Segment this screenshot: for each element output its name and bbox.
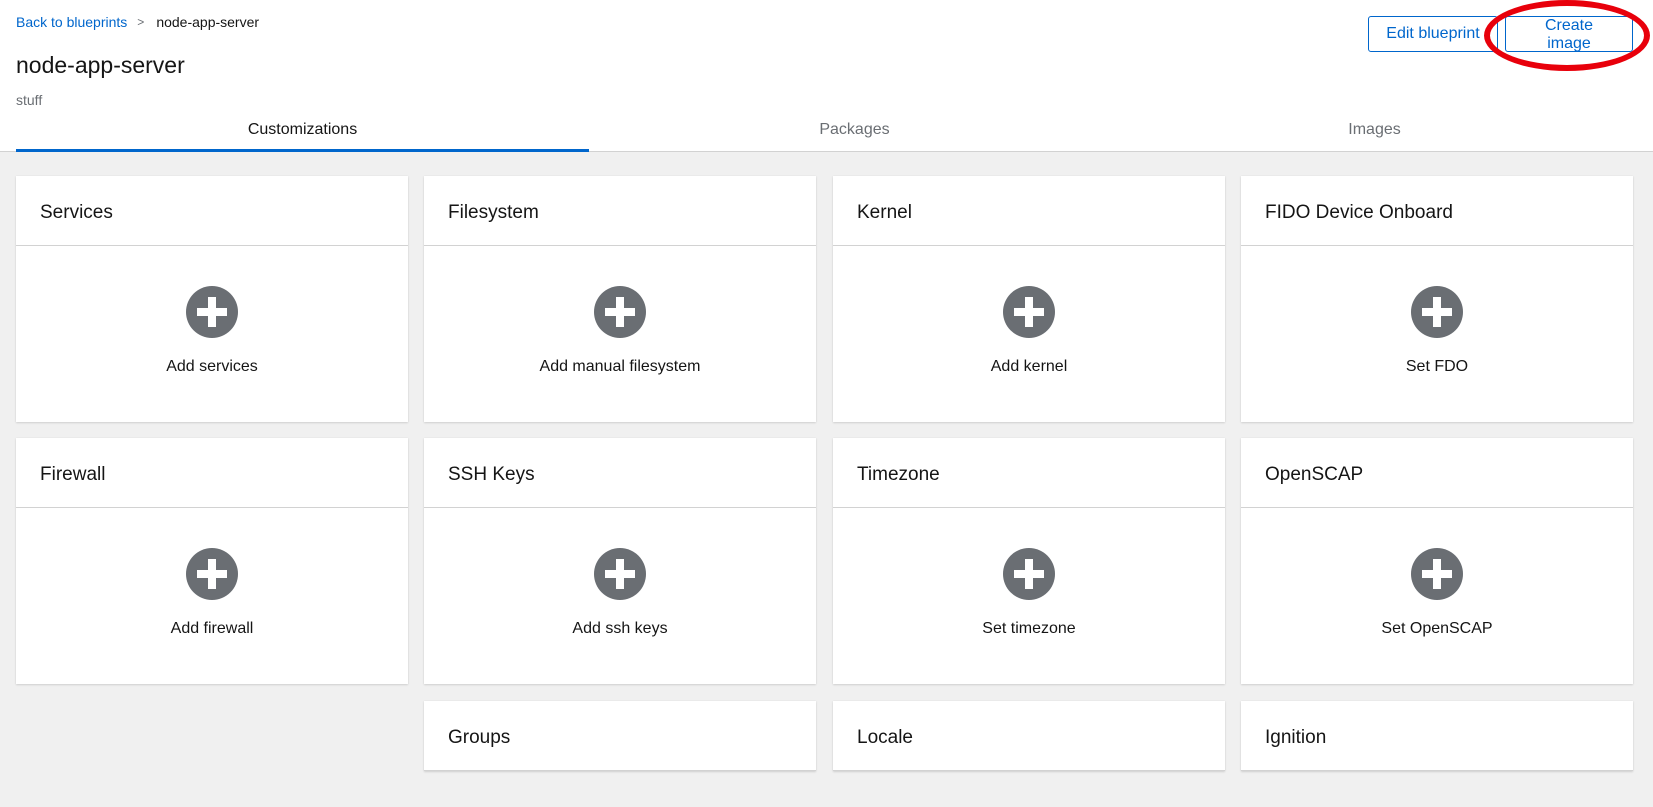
card-groups: Groups	[424, 701, 816, 771]
plus-circle-icon	[594, 548, 646, 600]
tab-customizations[interactable]: Customizations	[16, 112, 589, 152]
card-title: Filesystem	[424, 176, 816, 246]
card-locale: Locale	[833, 701, 1225, 771]
set-timezone-button[interactable]: Set timezone	[833, 508, 1225, 684]
page-title: node-app-server	[16, 52, 185, 78]
chevron-right-icon: >	[137, 15, 145, 29]
card-title: OpenSCAP	[1241, 438, 1633, 508]
plus-circle-icon	[1411, 286, 1463, 338]
plus-circle-icon	[186, 286, 238, 338]
card-action-label: Set FDO	[1405, 358, 1469, 375]
tabs: Customizations Packages Images	[0, 112, 1653, 152]
breadcrumb: Back to blueprints > node-app-server	[16, 14, 259, 30]
create-image-button[interactable]: Create image	[1505, 16, 1633, 52]
add-firewall-button[interactable]: Add firewall	[16, 508, 408, 684]
card-kernel: Kernel Add kernel	[833, 176, 1225, 422]
blueprint-description: stuff	[16, 92, 43, 108]
plus-circle-icon	[1411, 548, 1463, 600]
card-services: Services Add services	[16, 176, 408, 422]
card-action-label: Set timezone	[982, 620, 1076, 637]
add-kernel-button[interactable]: Add kernel	[833, 246, 1225, 422]
plus-circle-icon	[1003, 286, 1055, 338]
card-filesystem: Filesystem Add manual filesystem	[424, 176, 816, 422]
card-title: Locale	[833, 701, 1225, 771]
card-title: Groups	[424, 701, 816, 771]
card-action-label: Set OpenSCAP	[1381, 620, 1493, 637]
add-manual-filesystem-button[interactable]: Add manual filesystem	[424, 246, 816, 422]
back-to-blueprints-link[interactable]: Back to blueprints	[16, 14, 127, 30]
tab-packages[interactable]: Packages	[568, 112, 1141, 152]
edit-blueprint-button[interactable]: Edit blueprint	[1368, 16, 1498, 52]
tab-images[interactable]: Images	[1088, 112, 1653, 152]
card-title: Services	[16, 176, 408, 246]
add-ssh-keys-button[interactable]: Add ssh keys	[424, 508, 816, 684]
page-header: Back to blueprints > node-app-server nod…	[0, 0, 1653, 152]
plus-circle-icon	[186, 548, 238, 600]
plus-circle-icon	[1003, 548, 1055, 600]
card-title: Ignition	[1241, 701, 1633, 771]
card-action-label: Add firewall	[170, 620, 254, 637]
card-timezone: Timezone Set timezone	[833, 438, 1225, 684]
card-ignition: Ignition	[1241, 701, 1633, 771]
breadcrumb-current: node-app-server	[156, 14, 260, 30]
card-action-label: Add services	[166, 358, 258, 375]
set-openscap-button[interactable]: Set OpenSCAP	[1241, 508, 1633, 684]
card-fido-device-onboard: FIDO Device Onboard Set FDO	[1241, 176, 1633, 422]
card-title: Kernel	[833, 176, 1225, 246]
card-title: Timezone	[833, 438, 1225, 508]
card-openscap: OpenSCAP Set OpenSCAP	[1241, 438, 1633, 684]
card-firewall: Firewall Add firewall	[16, 438, 408, 684]
card-action-label: Add manual filesystem	[539, 358, 701, 375]
card-action-label: Add kernel	[990, 358, 1068, 375]
card-title: SSH Keys	[424, 438, 816, 508]
card-action-label: Add ssh keys	[572, 620, 668, 637]
add-services-button[interactable]: Add services	[16, 246, 408, 422]
card-title: FIDO Device Onboard	[1241, 176, 1633, 246]
card-title: Firewall	[16, 438, 408, 508]
set-fdo-button[interactable]: Set FDO	[1241, 246, 1633, 422]
plus-circle-icon	[594, 286, 646, 338]
card-ssh-keys: SSH Keys Add ssh keys	[424, 438, 816, 684]
